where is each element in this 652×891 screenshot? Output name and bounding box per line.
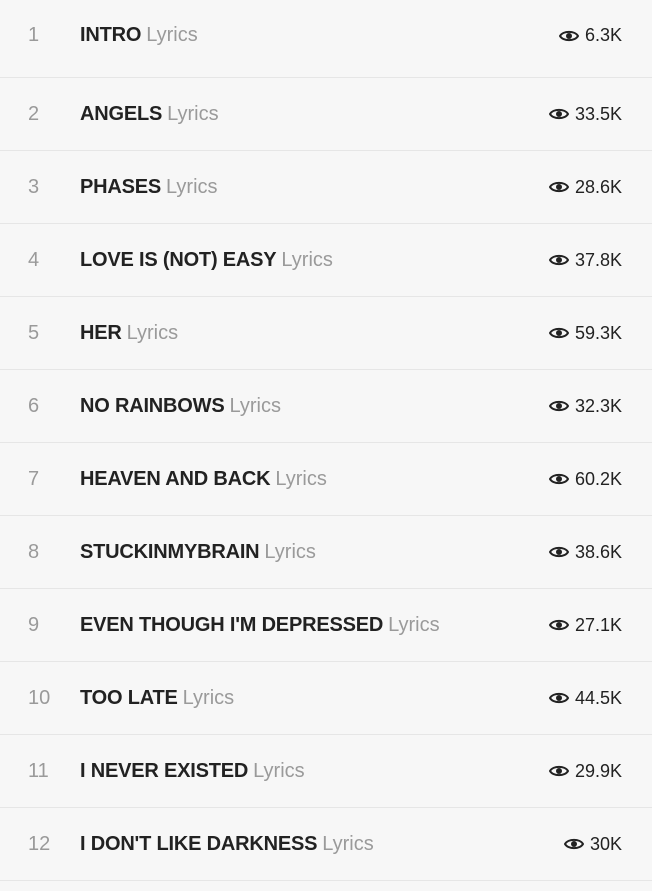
eye-icon: [563, 837, 584, 851]
track-row[interactable]: 7 HEAVEN AND BACK Lyrics 60.2K: [0, 443, 652, 516]
eye-icon: [548, 180, 569, 194]
track-lyrics-label: Lyrics: [253, 759, 305, 782]
eye-icon: [558, 29, 579, 43]
view-count: 37.8K: [548, 249, 652, 271]
track-lyrics-label: Lyrics: [275, 467, 327, 490]
eye-icon: [548, 253, 569, 267]
track-title: TOO LATE: [80, 686, 178, 709]
track-number: 4: [28, 248, 40, 271]
track-title: NO RAINBOWS: [80, 394, 225, 417]
track-link[interactable]: LOVE IS (NOT) EASY Lyrics: [80, 249, 549, 272]
view-count-value: 6.3K: [584, 25, 622, 45]
track-title: I DON'T LIKE DARKNESS: [80, 832, 318, 855]
track-title: INTRO: [80, 24, 142, 46]
track-number: 9: [28, 613, 40, 636]
view-count: 60.2K: [548, 468, 652, 490]
track-number: 6: [28, 394, 40, 417]
track-title: HEAVEN AND BACK: [80, 467, 271, 490]
track-number: 2: [28, 102, 40, 125]
track-number: 3: [28, 175, 40, 198]
track-link[interactable]: I NEVER EXISTED Lyrics: [80, 760, 549, 783]
track-number: 11: [28, 759, 49, 782]
track-link[interactable]: HER Lyrics: [80, 322, 549, 345]
view-count-value: 44.5K: [574, 687, 622, 708]
eye-icon: [548, 545, 569, 559]
view-count: 32.3K: [548, 395, 652, 417]
track-link[interactable]: TOO LATE Lyrics: [80, 687, 549, 710]
track-link[interactable]: ANGELS Lyrics: [80, 103, 549, 126]
view-count: 59.3K: [548, 322, 652, 344]
view-count-value: 37.8K: [574, 249, 622, 270]
track-lyrics-label: Lyrics: [166, 175, 218, 198]
view-count: 38.6K: [548, 541, 652, 563]
view-count-value: 30K: [589, 833, 622, 854]
track-lyrics-label: Lyrics: [126, 321, 179, 344]
track-lyrics-label: Lyrics: [281, 248, 333, 271]
track-title: STUCKINMYBRAIN: [80, 540, 260, 563]
eye-icon: [548, 764, 569, 778]
track-number: 1: [28, 24, 40, 46]
track-number: 5: [28, 321, 40, 344]
track-link[interactable]: STUCKINMYBRAIN Lyrics: [80, 541, 549, 564]
track-link[interactable]: HEAVEN AND BACK Lyrics: [80, 468, 549, 491]
track-row[interactable]: 5 HER Lyrics 59.3K: [0, 297, 652, 370]
track-number: 12: [28, 832, 51, 855]
view-count: 44.5K: [548, 687, 652, 709]
track-row[interactable]: 12 I DON'T LIKE DARKNESS Lyrics 30K: [0, 808, 652, 881]
view-count-value: 60.2K: [574, 468, 622, 489]
track-row[interactable]: 8 STUCKINMYBRAIN Lyrics 38.6K: [0, 516, 652, 589]
track-link[interactable]: NO RAINBOWS Lyrics: [80, 395, 549, 418]
track-number: 10: [28, 686, 51, 709]
view-count: 33.5K: [548, 103, 652, 125]
track-row[interactable]: 11 I NEVER EXISTED Lyrics 29.9K: [0, 735, 652, 808]
eye-icon: [548, 107, 569, 121]
view-count: 28.6K: [548, 176, 652, 198]
view-count-value: 38.6K: [574, 541, 622, 562]
track-title: ANGELS: [80, 102, 163, 125]
track-number: 7: [28, 467, 40, 490]
track-row[interactable]: 10 TOO LATE Lyrics 44.5K: [0, 662, 652, 735]
track-row[interactable]: 1 INTRO Lyrics 6.3K: [0, 0, 652, 78]
view-count-value: 29.9K: [574, 760, 622, 781]
eye-icon: [548, 691, 569, 705]
track-lyrics-label: Lyrics: [264, 540, 316, 563]
view-count: 30K: [563, 833, 652, 855]
track-row[interactable]: 3 PHASES Lyrics 28.6K: [0, 151, 652, 224]
track-title: HER: [80, 321, 122, 344]
track-lyrics-label: Lyrics: [322, 832, 374, 855]
track-lyrics-label: Lyrics: [146, 24, 198, 46]
track-title: LOVE IS (NOT) EASY: [80, 248, 277, 271]
track-row[interactable]: 9 EVEN THOUGH I'M DEPRESSED Lyrics 27.1K: [0, 589, 652, 662]
view-count: 29.9K: [548, 760, 652, 782]
track-row[interactable]: 6 NO RAINBOWS Lyrics 32.3K: [0, 370, 652, 443]
tracklist: 1 INTRO Lyrics 6.3K 2 ANGELS Lyrics 33.5K …: [0, 0, 652, 881]
view-count-value: 59.3K: [574, 322, 622, 343]
eye-icon: [548, 472, 569, 486]
eye-icon: [548, 618, 569, 632]
track-link[interactable]: INTRO Lyrics: [80, 24, 559, 47]
view-count-value: 27.1K: [574, 614, 622, 635]
view-count: 6.3K: [558, 25, 652, 46]
track-link[interactable]: PHASES Lyrics: [80, 176, 549, 199]
view-count: 27.1K: [548, 614, 652, 636]
eye-icon: [548, 326, 569, 340]
track-lyrics-label: Lyrics: [182, 686, 235, 709]
view-count-value: 28.6K: [574, 176, 622, 197]
track-lyrics-label: Lyrics: [167, 102, 219, 125]
track-row[interactable]: 2 ANGELS Lyrics 33.5K: [0, 78, 652, 151]
track-title: EVEN THOUGH I'M DEPRESSED: [80, 613, 384, 636]
track-title: I NEVER EXISTED: [80, 759, 249, 782]
track-row[interactable]: 4 LOVE IS (NOT) EASY Lyrics 37.8K: [0, 224, 652, 297]
view-count-value: 33.5K: [574, 103, 622, 124]
track-number: 8: [28, 540, 40, 563]
track-title: PHASES: [80, 175, 162, 198]
view-count-value: 32.3K: [574, 395, 622, 416]
track-lyrics-label: Lyrics: [388, 613, 440, 636]
eye-icon: [548, 399, 569, 413]
track-link[interactable]: EVEN THOUGH I'M DEPRESSED Lyrics: [80, 614, 549, 637]
track-lyrics-label: Lyrics: [229, 394, 281, 417]
track-link[interactable]: I DON'T LIKE DARKNESS Lyrics: [80, 833, 564, 856]
